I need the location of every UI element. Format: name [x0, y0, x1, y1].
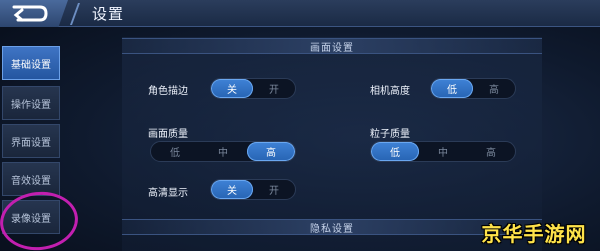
- section-title: 隐私设置: [310, 223, 354, 235]
- particle-quality-option-low[interactable]: 低: [371, 142, 419, 161]
- sidebar-tab-label: 操作设置: [11, 99, 51, 111]
- outline-toggle[interactable]: 关 开: [210, 78, 296, 99]
- graphics-quality-option-low[interactable]: 低: [151, 142, 199, 161]
- hd-display-label: 高清显示: [148, 188, 188, 199]
- graphics-quality-option-mid[interactable]: 中: [199, 142, 247, 161]
- camera-height-toggle[interactable]: 低 高: [430, 78, 516, 99]
- camera-height-label: 相机高度: [370, 86, 410, 97]
- highlight-circle-annotation: [0, 188, 81, 251]
- page-title: 设置: [92, 5, 125, 23]
- outline-option-off[interactable]: 关: [211, 79, 253, 98]
- header-divider: [69, 3, 81, 25]
- graphics-quality-selector[interactable]: 低 中 高: [150, 141, 296, 162]
- camera-height-option-low[interactable]: 低: [431, 79, 473, 98]
- watermark-text: 京华手游网: [481, 221, 587, 246]
- section-header-display: 画面设置: [122, 38, 542, 54]
- sidebar-tab-label: 基础设置: [11, 59, 51, 71]
- outline-option-on[interactable]: 开: [253, 79, 295, 98]
- graphics-quality-option-high[interactable]: 高: [247, 142, 295, 161]
- section-title: 画面设置: [310, 42, 354, 54]
- particle-quality-option-high[interactable]: 高: [467, 142, 515, 161]
- sidebar-tab-controls[interactable]: 操作设置: [2, 86, 60, 120]
- outline-label: 角色描边: [148, 86, 188, 97]
- back-button[interactable]: [0, 0, 68, 27]
- sidebar-tab-sound[interactable]: 音效设置: [2, 162, 60, 196]
- sidebar-tab-label: 音效设置: [11, 175, 51, 187]
- hd-display-option-on[interactable]: 开: [253, 180, 295, 199]
- header-bar: 设置: [0, 0, 600, 27]
- particle-quality-option-mid[interactable]: 中: [419, 142, 467, 161]
- hd-display-option-off[interactable]: 关: [211, 180, 253, 199]
- sidebar-tab-basic[interactable]: 基础设置: [2, 46, 60, 80]
- sidebar-tab-interface[interactable]: 界面设置: [2, 124, 60, 158]
- back-arrow-icon: [12, 5, 48, 22]
- hd-display-toggle[interactable]: 关 开: [210, 179, 296, 200]
- graphics-quality-label: 画面质量: [148, 129, 188, 140]
- sidebar-tab-label: 界面设置: [11, 137, 51, 149]
- camera-height-option-high[interactable]: 高: [473, 79, 515, 98]
- particle-quality-selector[interactable]: 低 中 高: [370, 141, 516, 162]
- particle-quality-label: 粒子质量: [370, 129, 410, 140]
